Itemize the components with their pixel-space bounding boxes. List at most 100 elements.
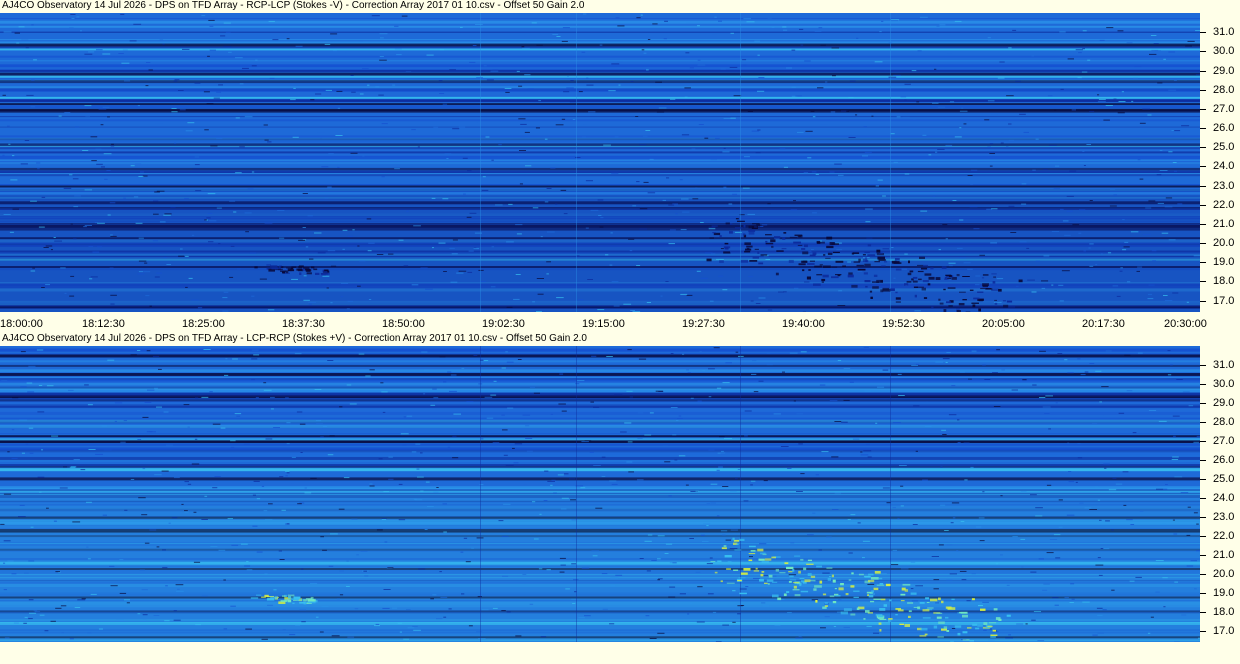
- bottom-noise: [877, 386, 885, 388]
- top-noise: [3, 214, 11, 215]
- top-noise: [1152, 260, 1156, 262]
- bottom-noise: [580, 487, 586, 489]
- bottom-noise: [695, 571, 701, 573]
- top-noise: [1106, 27, 1114, 29]
- top-burst-mark: [864, 280, 871, 283]
- bottom-noise: [553, 492, 557, 494]
- bottom-noise: [295, 624, 301, 626]
- top-burst-mark: [821, 281, 824, 283]
- top-burst-mark: [873, 274, 878, 277]
- top-noise: [1117, 30, 1124, 32]
- top-noise: [1113, 194, 1117, 196]
- top-noise: [779, 148, 786, 150]
- bottom-noise: [406, 609, 411, 611]
- bottom-noise: [209, 391, 213, 393]
- top-burst-mark: [749, 260, 758, 262]
- bottom-noise: [639, 558, 644, 559]
- bottom-noise: [915, 450, 918, 452]
- top-noise: [820, 124, 828, 126]
- bottom-burst-mark: [883, 604, 887, 607]
- top-noise: [90, 276, 98, 278]
- top-noise: [578, 91, 583, 93]
- bottom-noise: [1038, 558, 1044, 560]
- bottom-noise: [230, 440, 236, 442]
- top-noise: [20, 163, 28, 165]
- bottom-noise: [273, 427, 280, 428]
- top-noise: [893, 161, 898, 163]
- bottom-noise: [1066, 514, 1075, 516]
- top-ytick-mark: [1200, 223, 1206, 225]
- top-noise: [743, 18, 751, 20]
- bottom-noise: [979, 540, 985, 542]
- bottom-noise: [381, 518, 387, 519]
- top-burst-mark: [895, 301, 901, 303]
- bottom-noise: [716, 515, 720, 517]
- top-burst-mark: [895, 268, 902, 271]
- top-noise: [1047, 95, 1053, 97]
- top-noise: [263, 124, 268, 126]
- bottom-burst-mark: [710, 561, 716, 563]
- top-noise: [36, 162, 41, 164]
- bottom-band: [0, 452, 1200, 456]
- bottom-noise: [690, 397, 694, 399]
- top-burst-mark: [782, 237, 786, 240]
- bottom-burst-mark: [793, 585, 797, 589]
- bottom-noise: [812, 512, 816, 514]
- bottom-band: [0, 419, 1200, 423]
- bottom-band: [0, 468, 1200, 472]
- bottom-burst-mark: [717, 560, 722, 563]
- top-noise: [728, 203, 733, 205]
- bottom-noise: [1105, 350, 1112, 352]
- top-noise: [359, 260, 366, 262]
- bottom-noise: [1031, 619, 1036, 621]
- top-burst-mark: [735, 218, 739, 220]
- top-noise: [84, 225, 92, 226]
- top-burst-mark: [754, 248, 759, 250]
- top-noise: [1082, 30, 1087, 32]
- top-noise: [629, 250, 633, 252]
- bottom-noise: [214, 476, 221, 477]
- bottom-noise: [331, 635, 340, 637]
- bottom-noise: [759, 543, 767, 545]
- bottom-ytick-label: 17.0: [1213, 624, 1235, 637]
- top-ytick-label: 27.0: [1213, 102, 1235, 115]
- bottom-noise: [310, 582, 318, 584]
- bottom-burst-mark: [779, 572, 786, 574]
- bottom-noise: [546, 569, 551, 571]
- top-noise: [381, 123, 388, 125]
- top-ytick-mark: [1200, 128, 1206, 129]
- top-noise: [698, 124, 704, 125]
- bottom-burst-mark: [714, 571, 718, 574]
- top-burst-mark: [863, 272, 868, 275]
- bottom-noise: [153, 615, 160, 616]
- bottom-burst-mark: [767, 583, 770, 585]
- top-noise: [999, 61, 1005, 63]
- bottom-noise: [706, 563, 713, 565]
- bottom-noise: [572, 603, 576, 604]
- bottom-noise: [720, 453, 726, 455]
- top-noise: [515, 274, 521, 275]
- bottom-noise: [481, 609, 489, 611]
- top-burst-mark: [907, 272, 912, 276]
- top-ytick-label: 30.0: [1213, 45, 1235, 58]
- bottom-noise: [35, 474, 42, 476]
- top-noise: [628, 238, 635, 240]
- bottom-noise: [300, 452, 303, 453]
- top-noise: [342, 248, 345, 250]
- bottom-noise: [339, 570, 344, 572]
- bottom-noise: [327, 454, 334, 456]
- top-noise: [832, 75, 836, 77]
- top-burst-mark: [770, 239, 776, 243]
- top-noise: [182, 48, 190, 50]
- top-noise: [1058, 284, 1064, 286]
- top-noise: [121, 62, 130, 64]
- top-noise: [346, 308, 350, 310]
- top-noise: [1116, 295, 1121, 297]
- bottom-noise: [882, 369, 889, 371]
- bottom-noise: [51, 435, 59, 437]
- top-noise: [877, 179, 883, 181]
- top-noise: [207, 212, 213, 214]
- bottom-noise: [941, 429, 946, 431]
- top-noise: [303, 299, 310, 301]
- top-noise: [797, 131, 804, 133]
